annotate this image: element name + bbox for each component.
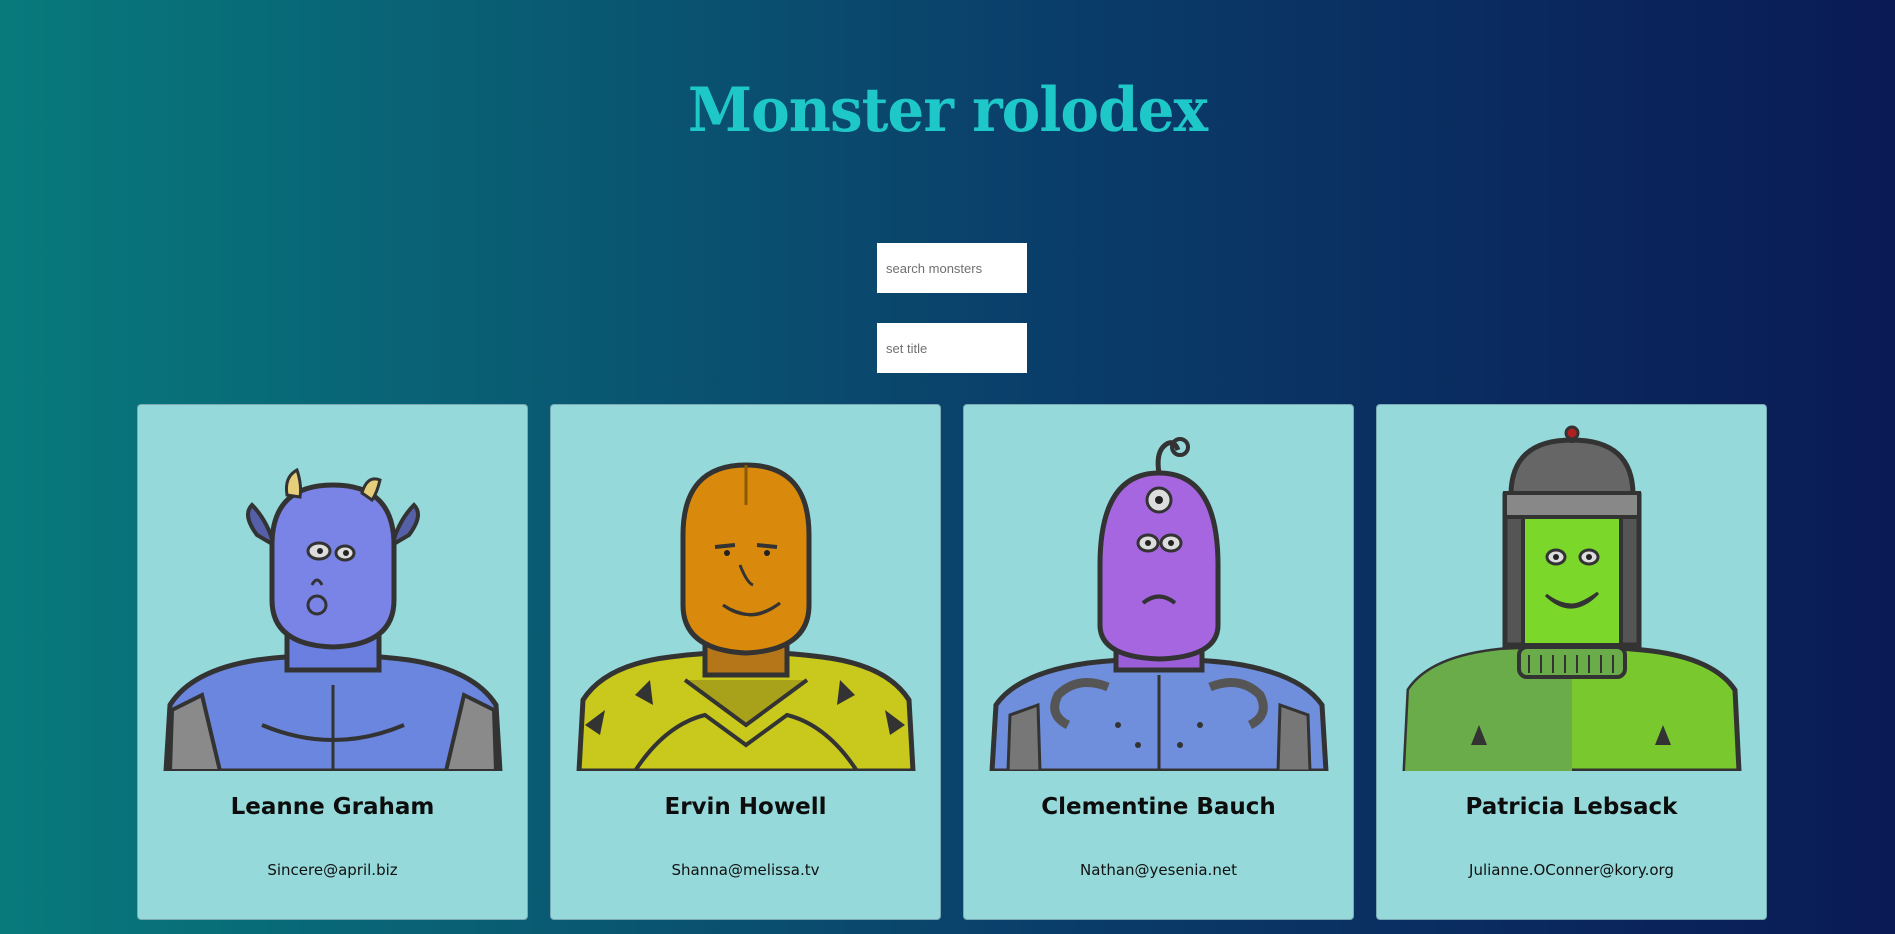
monster-avatar-image — [1402, 425, 1742, 771]
search-monsters-input[interactable] — [877, 243, 1027, 293]
app-title: Monster rolodex — [687, 74, 1208, 146]
monster-card[interactable]: Leanne Graham Sincere@april.biz — [137, 404, 528, 920]
monster-card[interactable]: Patricia Lebsack Julianne.OConner@kory.o… — [1376, 404, 1767, 920]
monster-card[interactable]: Clementine Bauch Nathan@yesenia.net — [963, 404, 1354, 920]
monster-name: Leanne Graham — [230, 794, 435, 820]
monster-email: Nathan@yesenia.net — [1080, 861, 1237, 879]
monster-email: Shanna@melissa.tv — [671, 861, 820, 879]
monster-name: Patricia Lebsack — [1465, 794, 1678, 820]
monster-avatar-image — [163, 467, 503, 771]
set-title-input[interactable] — [877, 323, 1027, 373]
monster-email: Julianne.OConner@kory.org — [1469, 861, 1674, 879]
monster-card[interactable]: Ervin Howell Shanna@melissa.tv — [550, 404, 941, 920]
monster-name: Clementine Bauch — [1041, 794, 1276, 820]
monster-avatar-image — [576, 462, 916, 771]
card-list: Leanne Graham Sincere@april.biz Ervin Ho… — [137, 404, 1769, 924]
monster-name: Ervin Howell — [664, 794, 827, 820]
monster-email: Sincere@april.biz — [267, 861, 398, 879]
monster-avatar-image — [989, 437, 1329, 771]
